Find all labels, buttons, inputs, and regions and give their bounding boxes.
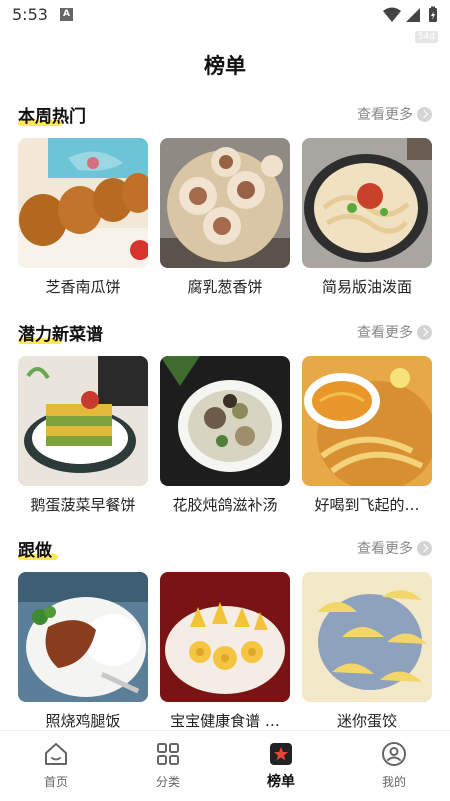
section-title: 跟做: [18, 541, 52, 561]
recipe-title: 简易版油泼面: [321, 278, 412, 296]
status-bar: 5:53 A: [0, 0, 450, 30]
section-follow-cook: 跟做 查看更多 照烧鸡腿饭 宝宝健康食谱 … 迷你蛋饺: [0, 534, 450, 730]
section-header: 跟做 查看更多: [0, 534, 450, 564]
home-icon: [45, 743, 67, 765]
section-header: 潜力新菜谱 查看更多: [0, 318, 450, 348]
view-more-label: 查看更多: [357, 325, 413, 341]
recipe-title: 花胶炖鸽滋补汤: [172, 496, 278, 514]
wifi-icon: [383, 7, 401, 22]
tab-profile[interactable]: 我的: [359, 741, 429, 790]
recipe-card[interactable]: 花胶炖鸽滋补汤: [160, 356, 290, 515]
view-more-label: 查看更多: [357, 541, 413, 557]
tab-ranking[interactable]: 榜单: [246, 741, 316, 791]
page-title: 榜单: [204, 54, 246, 78]
recipe-photo-spinach-egg-cake: [18, 356, 148, 486]
recipe-card[interactable]: 迷你蛋饺: [302, 572, 432, 731]
recipe-title: 迷你蛋饺: [336, 712, 397, 730]
recipe-card[interactable]: 腐乳葱香饼: [160, 138, 290, 297]
tab-label: 分类: [155, 775, 180, 789]
section-header: 本周热门 查看更多: [0, 100, 450, 130]
signal-icon: [406, 8, 420, 22]
recipe-photo-scallion-pancakes: [160, 138, 290, 268]
tab-home[interactable]: 首页: [21, 741, 91, 790]
recipe-card-row: 芝香南瓜饼 腐乳葱香饼 简易版油泼面: [18, 138, 432, 298]
recipe-photo-pigeon-soup: [160, 356, 290, 486]
notification-a-icon: A: [60, 8, 73, 21]
section-title: 潜力新菜谱: [18, 325, 103, 345]
view-more-button[interactable]: 查看更多: [357, 538, 432, 558]
status-time: 5:53: [12, 5, 48, 24]
recipe-title: 照烧鸡腿饭: [45, 712, 121, 730]
chevron-right-icon: [417, 106, 432, 122]
chevron-right-icon: [417, 324, 432, 340]
recipe-photo-pumpkin-cakes: [18, 138, 148, 268]
recipe-photo-baby-food: [160, 572, 290, 702]
tab-label: 首页: [43, 775, 68, 789]
recipe-card[interactable]: 简易版油泼面: [302, 138, 432, 297]
system-status-icons: [383, 6, 437, 22]
recipe-card[interactable]: 照烧鸡腿饭: [18, 572, 148, 731]
section-weekly-hot: 本周热门 查看更多 芝香南瓜饼 腐乳葱香饼 简易版油泼面: [0, 100, 450, 296]
bottom-tab-bar: 首页 分类 榜单 我的: [0, 730, 450, 801]
recipe-title: 芝香南瓜饼: [45, 278, 121, 296]
view-more-button[interactable]: 查看更多: [357, 104, 432, 124]
recipe-photo-oil-noodles: [302, 138, 432, 268]
recipe-title: 宝宝健康食谱 …: [170, 712, 280, 730]
recipe-photo-teriyaki-chicken-rice: [18, 572, 148, 702]
grid-icon: [157, 743, 179, 765]
tab-category[interactable]: 分类: [133, 741, 203, 790]
tab-label: 我的: [381, 775, 406, 789]
recipe-title: 鹅蛋菠菜早餐饼: [30, 496, 136, 514]
section-title: 本周热门: [18, 107, 86, 127]
recipe-card[interactable]: 好喝到飞起的…: [302, 356, 432, 515]
chevron-right-icon: [417, 540, 432, 556]
recipe-card-row: 照烧鸡腿饭 宝宝健康食谱 … 迷你蛋饺: [18, 572, 432, 732]
recipe-photo-mini-egg-dumplings: [302, 572, 432, 702]
ranking-star-icon: [270, 743, 292, 765]
recipe-card[interactable]: 宝宝健康食谱 …: [160, 572, 290, 731]
recipe-title: 好喝到飞起的…: [314, 496, 420, 514]
profile-icon: [382, 742, 406, 766]
tab-label: 榜单: [267, 774, 295, 790]
recipe-card[interactable]: 芝香南瓜饼: [18, 138, 148, 297]
recipe-card-row: 鹅蛋菠菜早餐饼 花胶炖鸽滋补汤 好喝到飞起的…: [18, 356, 432, 516]
section-potential-new-recipes: 潜力新菜谱 查看更多 鹅蛋菠菜早餐饼 花胶炖鸽滋补汤 好喝到飞起的…: [0, 318, 450, 514]
fps-badge: 54d: [414, 31, 438, 43]
view-more-button[interactable]: 查看更多: [357, 322, 432, 342]
recipe-title: 腐乳葱香饼: [187, 278, 263, 296]
recipe-photo-noodle-soup: [302, 356, 432, 486]
recipe-card[interactable]: 鹅蛋菠菜早餐饼: [18, 356, 148, 515]
view-more-label: 查看更多: [357, 107, 413, 123]
